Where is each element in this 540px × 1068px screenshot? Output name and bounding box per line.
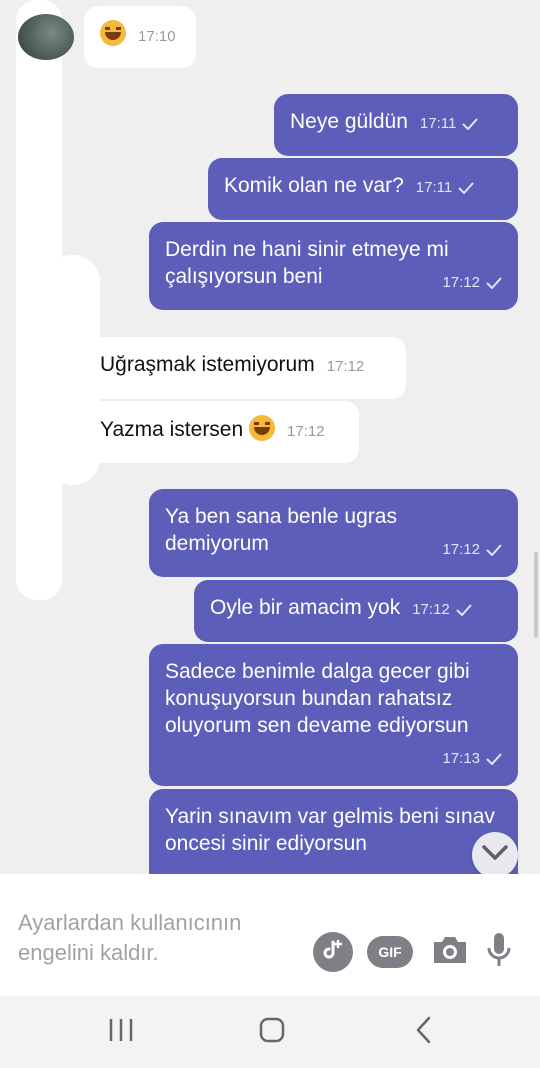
message-text: Uğraşmak istemiyorum [100,353,315,376]
sticker-button[interactable] [313,932,353,972]
recent-apps-icon [108,1018,134,1047]
message-text: Komik olan ne var? [224,174,404,197]
message-text: Yarin sınavım var gelmis beni sınav once… [165,805,495,855]
message-outgoing[interactable]: Neye güldün 17:11 [274,94,518,156]
message-outgoing[interactable]: Oyle bir amacim yok 17:12 [194,580,518,642]
message-text: Sadece benimle dalga gecer gibi konuşuyo… [165,660,470,737]
check-icon [462,110,479,137]
avatar[interactable] [18,14,74,60]
back-icon [415,1016,433,1049]
sweat-smile-emoji-icon [249,415,276,441]
message-outgoing[interactable]: Komik olan ne var? 17:11 [208,158,518,220]
check-icon [456,596,472,623]
message-time: 17:12 [326,358,365,375]
message-time: 17:10 [138,28,176,45]
back-button[interactable] [404,1016,444,1048]
message-time: 17:11 [415,179,453,196]
check-icon [486,269,502,296]
grinning-emoji-icon [100,20,126,46]
gif-button[interactable]: GIF [367,936,413,968]
home-button[interactable] [252,1016,292,1048]
message-text: Neye güldün [290,110,408,133]
system-navigation-bar [0,996,540,1068]
message-time: 17:12 [442,274,480,291]
mic-icon [486,932,512,973]
message-outgoing[interactable]: Derdin ne hani sinir etmeye mi çalışıyor… [149,222,518,310]
recent-apps-button[interactable] [100,1016,142,1048]
camera-icon [431,934,469,971]
message-outgoing[interactable]: Sadece benimle dalga gecer gibi konuşuyo… [149,644,518,786]
message-input-bar: Ayarlardan kullanıcının engelini kaldır.… [0,874,540,996]
scroll-down-button[interactable] [472,832,518,878]
check-icon [486,745,502,772]
check-icon [458,174,474,201]
home-icon [259,1017,285,1048]
scrollbar[interactable] [534,552,538,638]
chat-area[interactable]: 17:10 Neye güldün 17:11 Komik olan ne var… [0,0,540,874]
message-text: Ya ben sana benle ugras demiyorum [165,505,397,555]
message-incoming[interactable]: Uğraşmak istemiyorum 17:12 [86,337,406,399]
message-outgoing[interactable]: Ya ben sana benle ugras demiyorum 17:12 [149,489,518,577]
check-icon [486,536,502,563]
message-outgoing[interactable]: Yarin sınavım var gelmis beni sınav once… [149,789,518,874]
gif-icon: GIF [378,944,402,960]
message-incoming[interactable]: 17:10 [84,6,196,68]
camera-button[interactable] [430,934,470,970]
chevron-down-icon [481,844,509,867]
message-time: 17:13 [442,750,480,767]
message-text: Yazma istersen [100,418,244,441]
message-incoming[interactable]: Yazma istersen 17:12 [84,401,359,463]
mic-button[interactable] [484,932,514,972]
message-text: Oyle bir amacim yok [210,596,401,619]
message-time: 17:12 [442,541,480,558]
sticker-icon [321,938,345,967]
message-time: 17:12 [287,423,325,440]
message-time: 17:12 [412,601,450,618]
blocked-notice[interactable]: Ayarlardan kullanıcının engelini kaldır. [18,908,308,968]
message-time: 17:11 [419,115,457,132]
